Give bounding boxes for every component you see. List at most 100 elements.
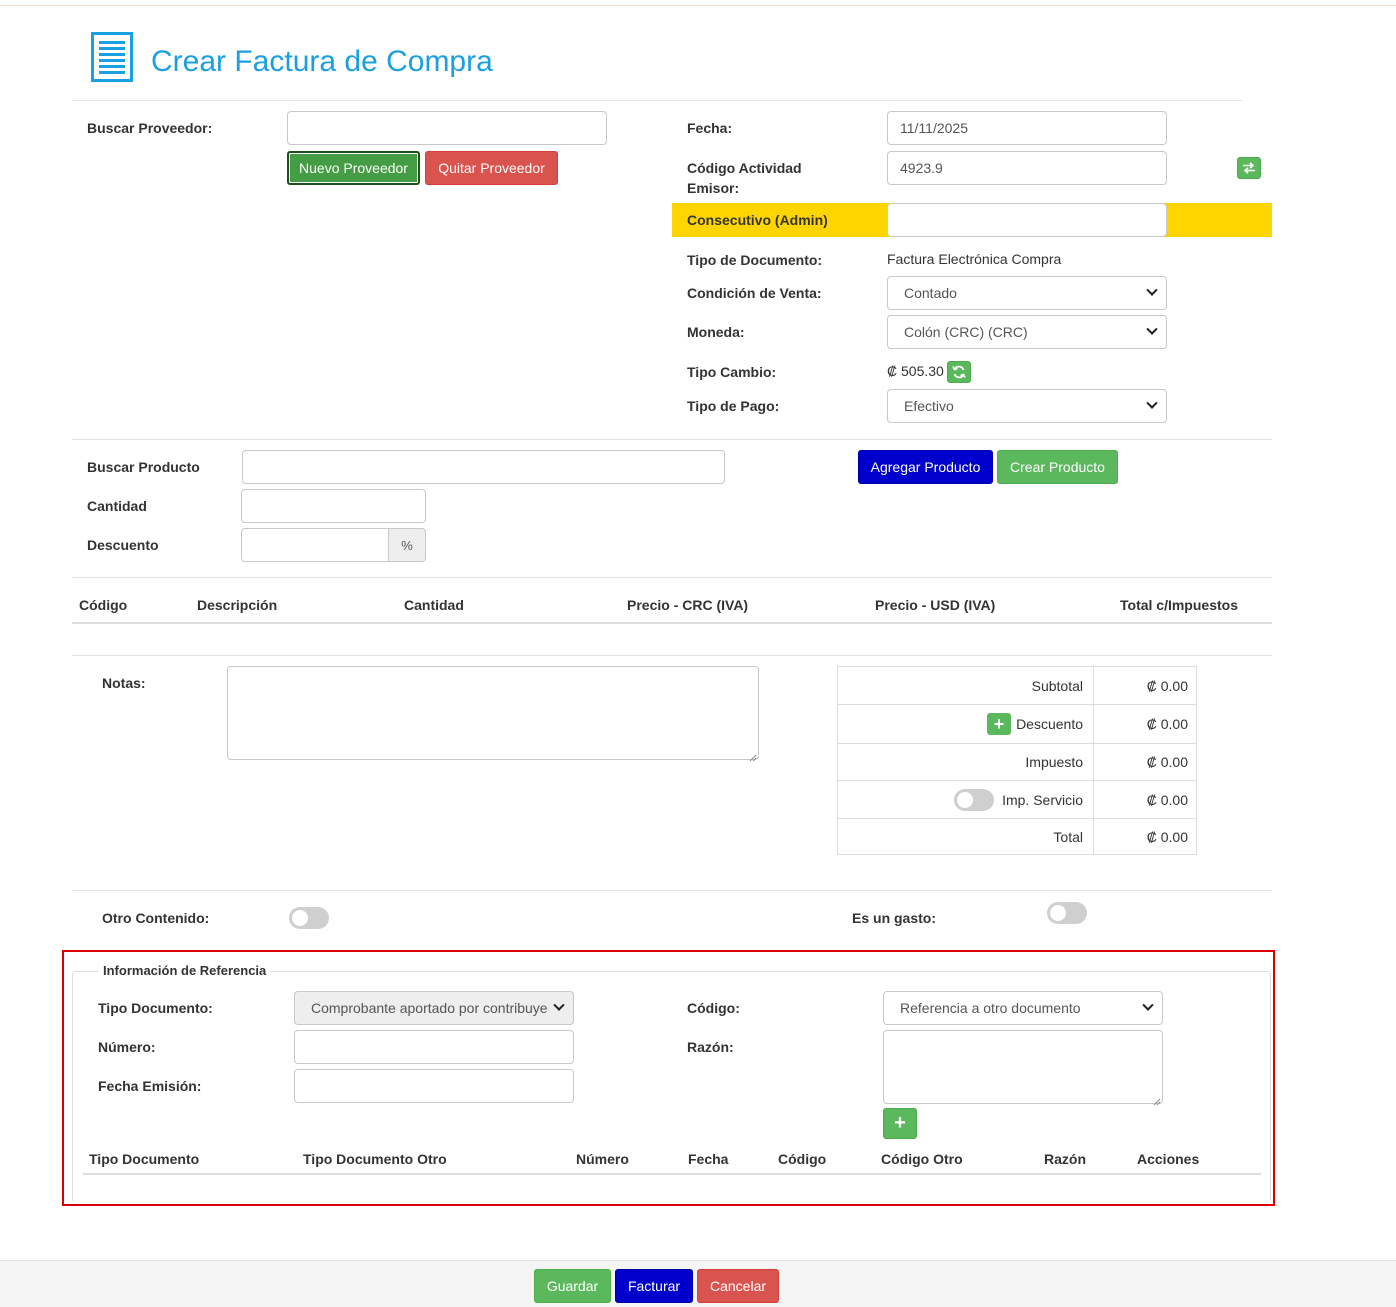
ref-reason-textarea[interactable]	[883, 1030, 1163, 1104]
discount-cell: + Descuento	[838, 705, 1094, 743]
ref-col-date: Fecha	[688, 1151, 729, 1167]
cancel-button[interactable]: Cancelar	[697, 1269, 779, 1303]
search-supplier-input[interactable]	[287, 111, 607, 145]
ref-doc-type-value: Comprobante aportado por contribuye	[311, 1000, 548, 1016]
ref-number-label: Número:	[98, 1039, 156, 1055]
divider	[72, 890, 1272, 891]
document-type-value: Factura Electrónica Compra	[887, 251, 1062, 267]
remove-supplier-button[interactable]: Quitar Proveedor	[425, 151, 558, 185]
subtotal-label: Subtotal	[838, 667, 1094, 704]
activity-code-label-line2: Emisor:	[687, 180, 740, 196]
totals-row-service: Imp. Servicio ₡ 0.00	[838, 780, 1196, 818]
ref-number-input[interactable]	[294, 1030, 574, 1064]
currency-select[interactable]: Colón (CRC) (CRC)	[887, 315, 1167, 349]
currency-label: Moneda:	[687, 324, 745, 340]
ref-doc-type-label: Tipo Documento:	[98, 1000, 213, 1016]
col-codigo: Código	[79, 597, 128, 613]
expense-label: Es un gasto:	[852, 910, 937, 926]
quantity-label: Cantidad	[87, 498, 147, 514]
reference-legend: Información de Referencia	[99, 961, 271, 981]
ref-reason-label: Razón:	[687, 1039, 734, 1055]
add-reference-icon[interactable]: +	[883, 1108, 917, 1139]
ref-code-label: Código:	[687, 1000, 740, 1016]
exchange-rate-value: ₡ 505.30	[887, 363, 944, 379]
chevron-down-icon	[1146, 397, 1158, 409]
resize-handle-icon[interactable]	[748, 749, 757, 762]
sale-condition-select[interactable]: Contado	[887, 276, 1167, 310]
chevron-down-icon	[1146, 323, 1158, 335]
totals-row-tax: Impuesto ₡ 0.00	[838, 743, 1196, 780]
sale-condition-label: Condición de Venta:	[687, 285, 822, 301]
col-precio-usd: Precio - USD (IVA)	[875, 597, 996, 613]
chevron-down-icon	[1146, 284, 1158, 296]
ref-col-code: Código	[778, 1151, 827, 1167]
col-cantidad: Cantidad	[404, 597, 464, 613]
document-type-label: Tipo de Documento:	[687, 252, 823, 268]
other-content-toggle[interactable]	[289, 907, 329, 929]
total-label: Total	[838, 819, 1094, 855]
totals-row-total: Total ₡ 0.00	[838, 818, 1196, 855]
consecutive-label: Consecutivo (Admin)	[687, 212, 828, 228]
top-border	[0, 0, 1396, 6]
payment-type-label: Tipo de Pago:	[687, 398, 780, 414]
invoice-button[interactable]: Facturar	[615, 1269, 693, 1303]
notes-label: Notas:	[102, 675, 146, 691]
ref-col-number: Número	[576, 1151, 629, 1167]
tax-label: Impuesto	[838, 744, 1094, 780]
discount-label: Descuento	[87, 537, 159, 553]
search-product-input[interactable]	[242, 450, 725, 484]
quantity-input[interactable]	[241, 489, 426, 523]
ref-col-doc-type-other: Tipo Documento Otro	[303, 1151, 447, 1167]
service-tax-value: ₡ 0.00	[1146, 791, 1188, 808]
total-value: ₡ 0.00	[1146, 829, 1188, 845]
table-header-border	[72, 622, 1272, 624]
chevron-down-icon	[553, 999, 565, 1011]
ref-doc-type-select[interactable]: Comprobante aportado por contribuye	[294, 991, 574, 1025]
ref-date-input[interactable]	[294, 1069, 574, 1103]
subtotal-value: ₡ 0.00	[1146, 677, 1188, 694]
consecutive-input[interactable]	[887, 203, 1167, 237]
add-discount-icon[interactable]: +	[987, 713, 1012, 735]
service-cell: Imp. Servicio	[838, 781, 1094, 818]
discount-total-label: Descuento	[1016, 716, 1083, 732]
ref-date-label: Fecha Emisión:	[98, 1078, 202, 1094]
refresh-icon[interactable]	[947, 361, 971, 383]
activity-code-input[interactable]: 4923.9	[887, 151, 1167, 185]
create-product-button[interactable]: Crear Producto	[997, 450, 1118, 484]
ref-code-select[interactable]: Referencia a otro documento	[883, 991, 1163, 1025]
currency-value: Colón (CRC) (CRC)	[904, 324, 1028, 340]
exchange-rate-label: Tipo Cambio:	[687, 364, 777, 380]
divider	[72, 439, 1272, 440]
ref-col-actions: Acciones	[1137, 1151, 1200, 1167]
ref-col-code-other: Código Otro	[881, 1151, 963, 1167]
new-supplier-button[interactable]: Nuevo Proveedor	[287, 151, 420, 185]
date-label: Fecha:	[687, 120, 733, 136]
divider	[72, 655, 1272, 656]
resize-handle-icon[interactable]	[1152, 1093, 1161, 1106]
ref-table-header-border	[83, 1173, 1261, 1175]
save-button[interactable]: Guardar	[534, 1269, 611, 1303]
add-product-button[interactable]: Agregar Producto	[858, 450, 993, 484]
payment-type-select[interactable]: Efectivo	[887, 389, 1167, 423]
col-precio-crc: Precio - CRC (IVA)	[627, 597, 749, 613]
notes-textarea[interactable]	[227, 666, 759, 760]
page-title: Crear Factura de Compra	[151, 45, 493, 78]
service-tax-label: Imp. Servicio	[1002, 791, 1083, 808]
col-descripcion: Descripción	[197, 597, 278, 613]
activity-code-label-line1: Código Actividad	[687, 160, 802, 176]
search-supplier-label: Buscar Proveedor:	[87, 120, 213, 136]
discount-total-value: ₡ 0.00	[1146, 716, 1188, 732]
ref-col-reason: Razón	[1044, 1151, 1086, 1167]
swap-icon[interactable]	[1237, 157, 1261, 179]
ref-col-doc-type: Tipo Documento	[89, 1151, 200, 1167]
totals-row-discount: + Descuento ₡ 0.00	[838, 704, 1196, 743]
divider	[72, 577, 1272, 578]
date-input[interactable]: 11/11/2025	[887, 111, 1167, 145]
expense-toggle[interactable]	[1047, 902, 1087, 924]
search-product-label: Buscar Producto	[87, 459, 200, 475]
ref-code-value: Referencia a otro documento	[900, 1000, 1081, 1016]
totals-table: Subtotal ₡ 0.00 + Descuento ₡ 0.00 Impue…	[837, 666, 1197, 855]
service-tax-toggle[interactable]	[954, 788, 995, 811]
discount-input[interactable]	[241, 528, 390, 562]
chevron-down-icon	[1142, 999, 1154, 1011]
